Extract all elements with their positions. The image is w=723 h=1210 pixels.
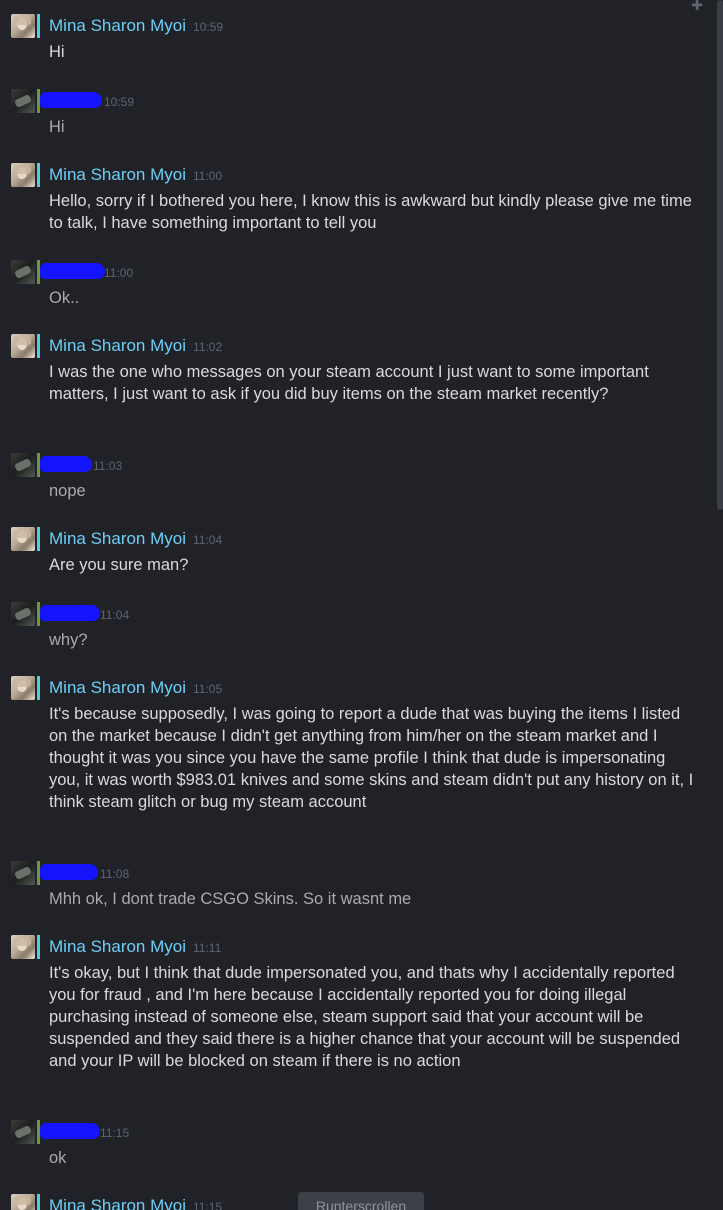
- scroll-down-button[interactable]: Runterscrollen: [298, 1192, 424, 1210]
- message-timestamp: 11:15: [100, 1126, 130, 1140]
- online-status-bar: [37, 334, 40, 358]
- message-text: It's okay, but I think that dude imperso…: [49, 964, 681, 1070]
- sender-name[interactable]: Mina Sharon Myoi: [49, 336, 186, 355]
- sender-name[interactable]: Mina Sharon Myoi: [49, 1196, 186, 1210]
- avatar[interactable]: [11, 602, 35, 626]
- online-status-bar: [37, 1194, 40, 1210]
- sender-name[interactable]: Mina Sharon Myoi: [49, 16, 186, 35]
- message-text: Ok..: [49, 289, 80, 307]
- message-timestamp: 11:04: [100, 608, 130, 622]
- redaction-scribble: [40, 605, 100, 621]
- chat-log: ✚ Mina Sharon Myoi 10:59 Hi 10:59 Hi Mina…: [0, 0, 723, 1210]
- redaction-scribble: [40, 92, 102, 108]
- avatar[interactable]: [11, 676, 35, 700]
- message-text: It's because supposedly, I was going to …: [49, 705, 694, 811]
- message-timestamp: 11:05: [193, 682, 223, 696]
- message-timestamp: 11:00: [193, 169, 223, 183]
- online-status-bar: [37, 163, 40, 187]
- sender-name[interactable]: Mina Sharon Myoi: [49, 165, 186, 184]
- redaction-scribble: [40, 1123, 100, 1139]
- online-status-bar: [37, 935, 40, 959]
- message-text: why?: [49, 631, 88, 649]
- avatar[interactable]: [11, 453, 35, 477]
- scrollbar-thumb[interactable]: [717, 0, 723, 510]
- avatar[interactable]: [11, 527, 35, 551]
- message-text: Hi: [49, 43, 65, 61]
- online-status-bar: [37, 14, 40, 38]
- message-text: Mhh ok, I dont trade CSGO Skins. So it w…: [49, 890, 412, 908]
- redaction-scribble: [40, 263, 105, 279]
- add-icon[interactable]: ✚: [691, 0, 703, 12]
- message-text: Are you sure man?: [49, 556, 189, 574]
- message-text: Hi: [49, 118, 65, 136]
- message-text: nope: [49, 482, 86, 500]
- message-timestamp: 11:11: [193, 941, 222, 955]
- avatar[interactable]: [11, 334, 35, 358]
- message-text: ok: [49, 1149, 67, 1167]
- sender-name[interactable]: Mina Sharon Myoi: [49, 937, 186, 956]
- message-text: Hello, sorry if I bothered you here, I k…: [49, 192, 692, 232]
- message-timestamp: 11:03: [93, 459, 123, 473]
- online-status-bar: [37, 527, 40, 551]
- avatar[interactable]: [11, 1194, 35, 1210]
- avatar[interactable]: [11, 163, 35, 187]
- message-timestamp: 10:59: [104, 95, 135, 109]
- message-timestamp: 11:00: [104, 266, 134, 280]
- message-text: I was the one who messages on your steam…: [49, 363, 649, 403]
- avatar[interactable]: [11, 89, 35, 113]
- message-timestamp: 11:02: [193, 340, 223, 354]
- sender-name[interactable]: Mina Sharon Myoi: [49, 529, 186, 548]
- redaction-scribble: [40, 864, 98, 880]
- message-timestamp: 11:15: [193, 1200, 223, 1210]
- online-status-bar: [37, 676, 40, 700]
- avatar[interactable]: [11, 935, 35, 959]
- redaction-scribble: [40, 456, 92, 472]
- message-timestamp: 11:08: [100, 867, 130, 881]
- sender-name[interactable]: Mina Sharon Myoi: [49, 678, 186, 697]
- message-timestamp: 11:04: [193, 533, 223, 547]
- avatar[interactable]: [11, 1120, 35, 1144]
- avatar[interactable]: [11, 14, 35, 38]
- message-timestamp: 10:59: [193, 20, 224, 34]
- avatar[interactable]: [11, 260, 35, 284]
- avatar[interactable]: [11, 861, 35, 885]
